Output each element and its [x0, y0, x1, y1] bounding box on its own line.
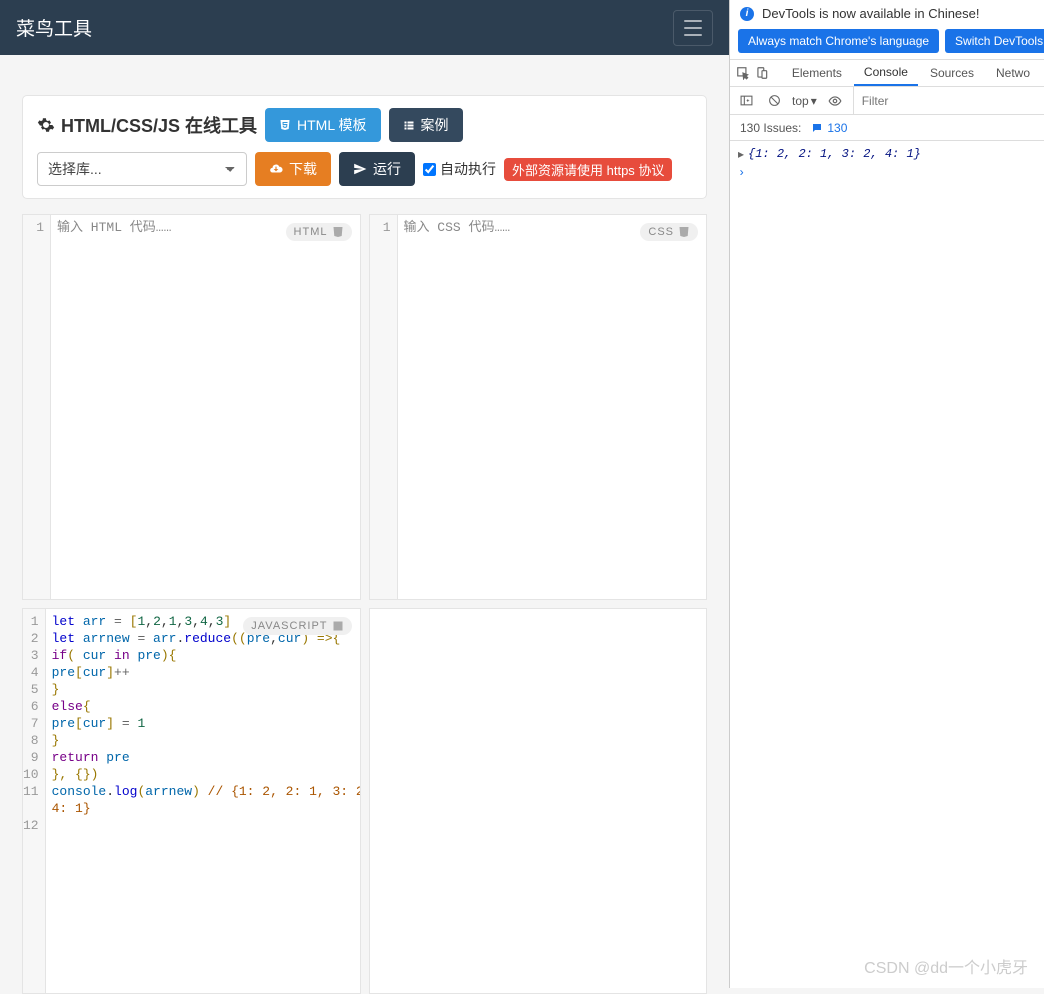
list-icon	[403, 119, 415, 131]
device-icon[interactable]	[753, 63, 770, 83]
tab-sources[interactable]: Sources	[920, 60, 984, 86]
css-badge: CSS	[640, 223, 698, 241]
console-prompt[interactable]: ›	[738, 164, 1036, 182]
html-badge: HTML	[286, 223, 352, 241]
https-warning-badge: 外部资源请使用 https 协议	[504, 158, 672, 181]
css-editor[interactable]: 1 输入 CSS 代码…… CSS	[369, 214, 708, 600]
tab-elements[interactable]: Elements	[782, 60, 852, 86]
devtools-tabs: Elements Console Sources Netwo	[730, 59, 1044, 87]
expand-toggle-icon[interactable]: ▸	[738, 147, 744, 162]
preview-pane	[369, 608, 708, 994]
navbar: 菜鸟工具	[0, 0, 729, 55]
console-toolbar: top▾	[730, 87, 1044, 115]
auto-exec-input[interactable]	[423, 163, 436, 176]
scope-dropdown[interactable]: top▾	[792, 94, 817, 108]
tool-card: HTML/CSS/JS 在线工具 HTML 模板 案例 选择库... 下载	[22, 95, 707, 199]
auto-exec-checkbox[interactable]: 自动执行	[423, 159, 496, 179]
examples-button[interactable]: 案例	[389, 108, 463, 142]
editor-grid: 1 输入 HTML 代码…… HTML 1 输入 CSS 代码…… CSS 12…	[22, 214, 707, 994]
download-button[interactable]: 下载	[255, 152, 331, 186]
tab-console[interactable]: Console	[854, 60, 918, 86]
line-gutter: 1	[23, 215, 51, 599]
devtools-panel: i DevTools is now available in Chinese! …	[729, 0, 1044, 988]
tool-title: HTML/CSS/JS 在线工具	[37, 112, 257, 138]
js-code-area[interactable]: let arr = [1,2,1,3,4,3]let arrnew = arr.…	[46, 609, 361, 993]
message-icon	[811, 122, 823, 134]
html-template-button[interactable]: HTML 模板	[265, 108, 380, 142]
line-gutter: 1	[370, 215, 398, 599]
console-filter-input[interactable]	[853, 87, 1038, 114]
html-editor[interactable]: 1 输入 HTML 代码…… HTML	[22, 214, 361, 600]
sidebar-toggle-icon[interactable]	[736, 91, 756, 111]
js-badge: JAVASCRIPT	[243, 617, 351, 635]
html-code-area[interactable]: 输入 HTML 代码……	[51, 215, 360, 599]
brand-title: 菜鸟工具	[16, 14, 92, 41]
js-editor[interactable]: 1234567891011 12 let arr = [1,2,1,3,4,3]…	[22, 608, 361, 994]
switch-devtools-button[interactable]: Switch DevTools to C	[945, 29, 1044, 53]
issue-count-badge[interactable]: 130	[811, 121, 847, 135]
app-panel: 菜鸟工具 HTML/CSS/JS 在线工具 HTML 模板 案例	[0, 0, 729, 988]
eye-icon[interactable]	[825, 91, 845, 111]
devtools-info-bar: i DevTools is now available in Chinese!	[730, 0, 1044, 25]
tab-network[interactable]: Netwo	[986, 60, 1040, 86]
gear-icon	[37, 116, 55, 134]
issues-bar[interactable]: 130 Issues: 130	[730, 115, 1044, 141]
run-button[interactable]: 运行	[339, 152, 415, 186]
cloud-download-icon	[269, 162, 283, 176]
console-output[interactable]: ▸ {1: 2, 2: 1, 3: 2, 4: 1} ›	[730, 141, 1044, 988]
info-icon: i	[740, 7, 754, 21]
inspect-icon[interactable]	[734, 63, 751, 83]
chevron-right-icon: ›	[738, 166, 748, 180]
clear-console-icon[interactable]	[764, 91, 784, 111]
console-line[interactable]: ▸ {1: 2, 2: 1, 3: 2, 4: 1}	[738, 145, 1036, 164]
line-gutter: 1234567891011 12	[23, 609, 46, 993]
match-language-button[interactable]: Always match Chrome's language	[738, 29, 939, 53]
menu-toggle-button[interactable]	[673, 10, 713, 46]
send-icon	[353, 162, 367, 176]
css-code-area[interactable]: 输入 CSS 代码……	[398, 215, 707, 599]
library-select[interactable]: 选择库...	[37, 152, 247, 186]
shield-icon	[279, 119, 291, 131]
